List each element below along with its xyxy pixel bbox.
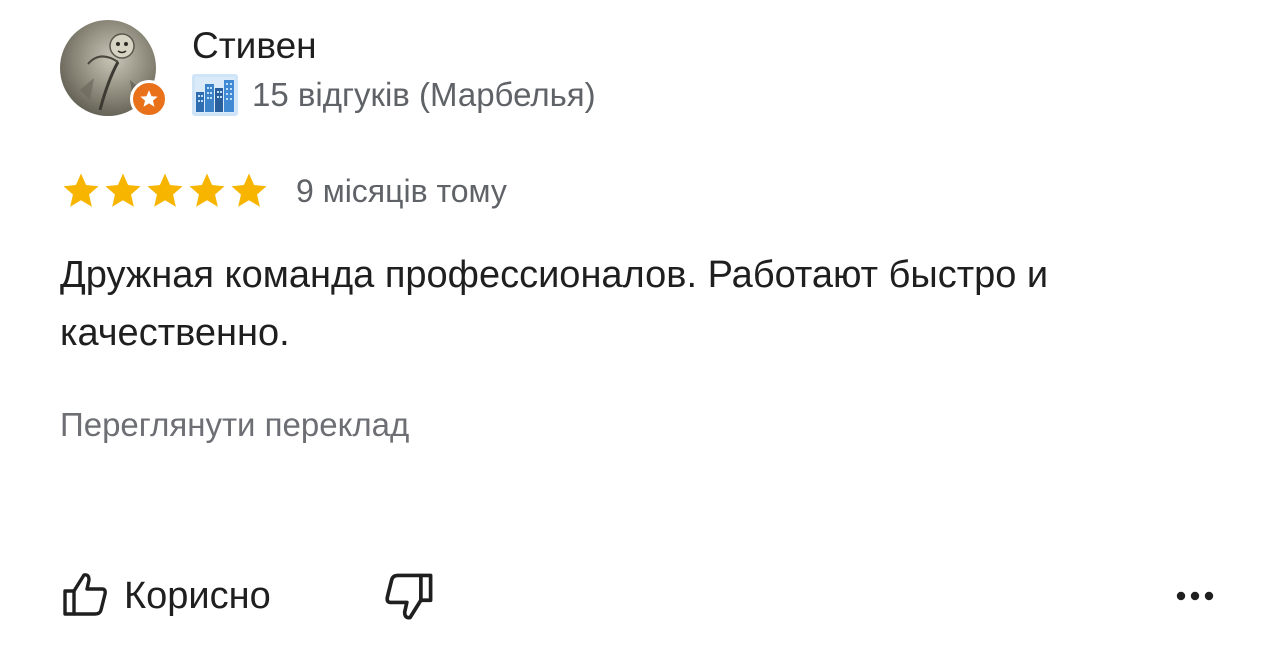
- thumb-up-icon: [60, 569, 124, 624]
- cityscape-icon: [192, 74, 238, 116]
- more-horizontal-icon: [1176, 591, 1214, 601]
- author-meta: 15 відгуків (Марбелья): [192, 74, 596, 116]
- local-guide-star-icon: [130, 80, 168, 118]
- author-name[interactable]: Стивен: [192, 24, 317, 68]
- star-rating: [60, 170, 270, 212]
- review-time: 9 місяців тому: [296, 172, 507, 209]
- helpful-button[interactable]: Корисно: [60, 566, 271, 626]
- thumb-down-button[interactable]: [382, 570, 436, 624]
- helpful-label: Корисно: [124, 574, 271, 617]
- thumb-down-icon: [385, 573, 433, 620]
- star-icon: [231, 173, 267, 207]
- star-icon: [63, 173, 99, 207]
- review-card: Стивен 15 відгуків (Марбелья) 9 місяців …: [0, 0, 1280, 654]
- author-reviews-info[interactable]: 15 відгуків (Марбелья): [252, 76, 596, 114]
- avatar-container[interactable]: [60, 20, 168, 118]
- review-text: Дружная команда профессионалов. Работают…: [60, 254, 1049, 354]
- star-icon: [105, 173, 141, 207]
- view-translation-link[interactable]: Переглянути переклад: [60, 406, 409, 444]
- star-icon: [147, 173, 183, 207]
- more-options-button[interactable]: [1170, 578, 1220, 614]
- star-icon: [189, 173, 225, 207]
- review-actions: Корисно: [60, 566, 1220, 626]
- rating-row: 9 місяців тому: [60, 168, 507, 214]
